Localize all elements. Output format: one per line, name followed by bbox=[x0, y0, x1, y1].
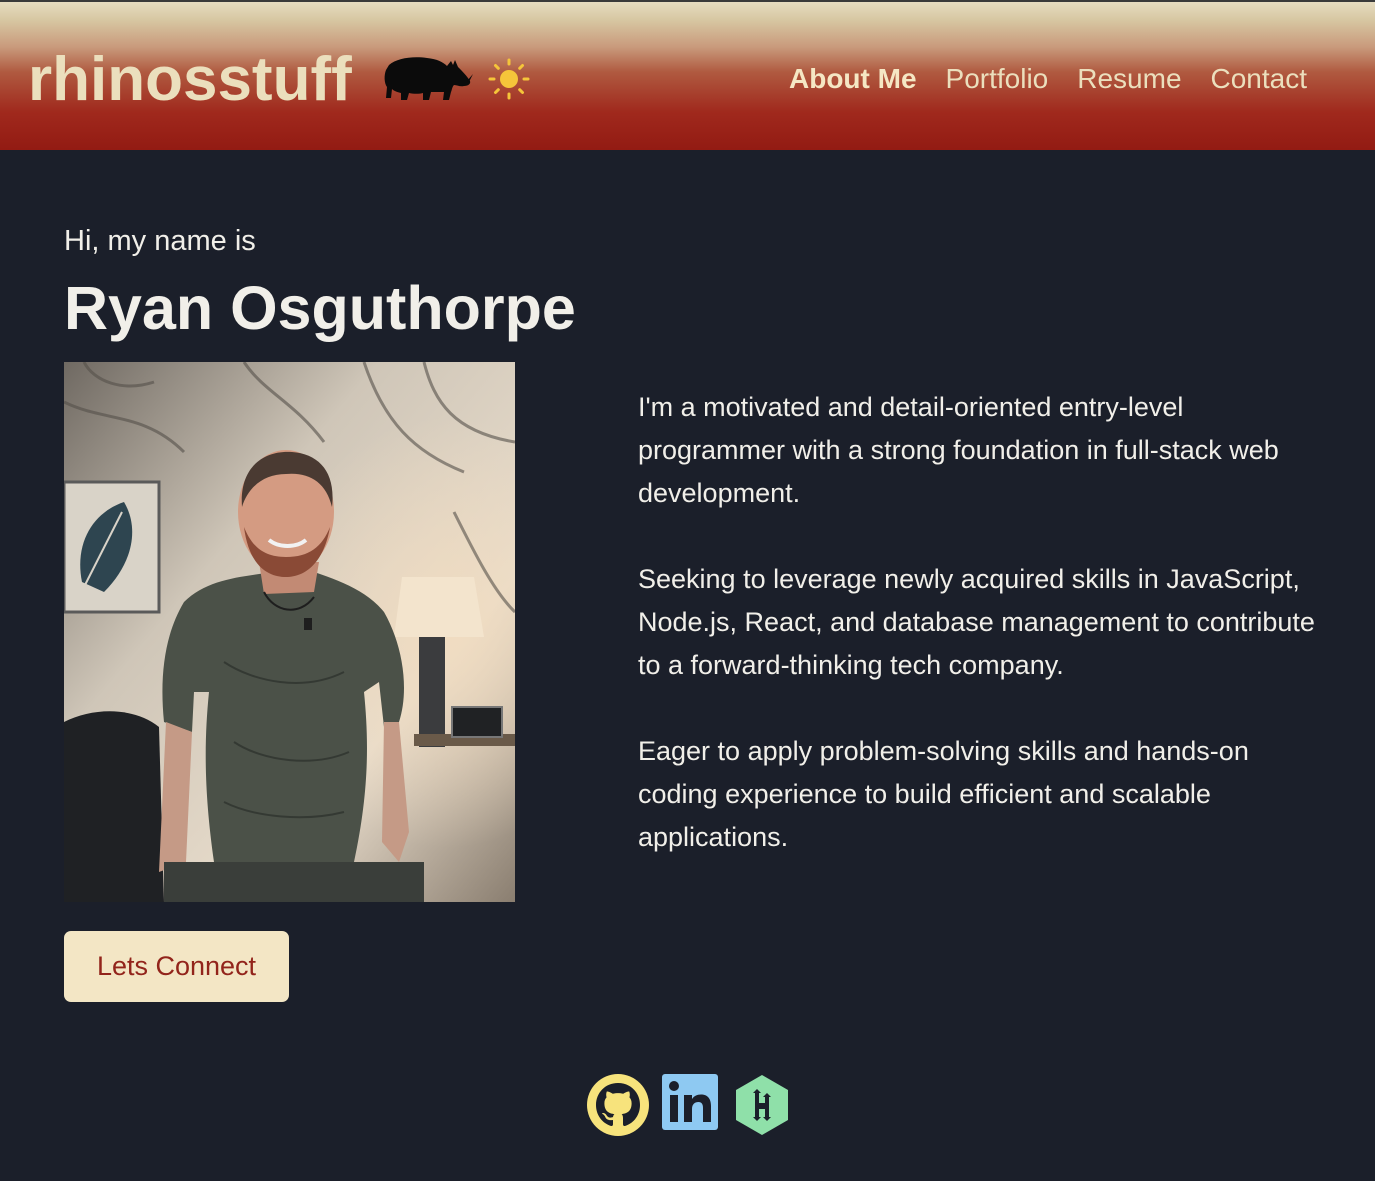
bio-section: I'm a motivated and detail-oriented entr… bbox=[638, 386, 1318, 902]
hero-name: Ryan Osguthorpe bbox=[64, 274, 576, 342]
bio-paragraph: Eager to apply problem-solving skills an… bbox=[638, 736, 1249, 852]
nav-resume[interactable]: Resume bbox=[1077, 59, 1181, 99]
bio-paragraph: I'm a motivated and detail-oriented entr… bbox=[638, 392, 1279, 508]
nav-portfolio[interactable]: Portfolio bbox=[946, 59, 1049, 99]
site-brand[interactable]: rhinosstuff bbox=[28, 42, 352, 118]
linkedin-icon[interactable] bbox=[661, 1073, 719, 1131]
bio-paragraph: Seeking to leverage newly acquired skill… bbox=[638, 564, 1315, 680]
nav-contact[interactable]: Contact bbox=[1211, 59, 1308, 99]
sun-icon[interactable] bbox=[488, 58, 530, 100]
hero-greeting: Hi, my name is bbox=[64, 225, 256, 257]
hackerrank-icon[interactable] bbox=[732, 1073, 792, 1137]
profile-photo bbox=[64, 362, 515, 902]
social-links bbox=[586, 1073, 796, 1137]
rhino-icon bbox=[384, 57, 473, 100]
main-nav: About Me Portfolio Resume Contact bbox=[789, 59, 1307, 99]
nav-about-me[interactable]: About Me bbox=[789, 59, 917, 99]
github-icon[interactable] bbox=[586, 1073, 650, 1137]
profile-photo-illustration bbox=[64, 362, 515, 902]
lets-connect-button[interactable]: Lets Connect bbox=[64, 931, 289, 1002]
site-header: rhinosstuff About Me Portfolio Resume Co… bbox=[0, 0, 1375, 150]
